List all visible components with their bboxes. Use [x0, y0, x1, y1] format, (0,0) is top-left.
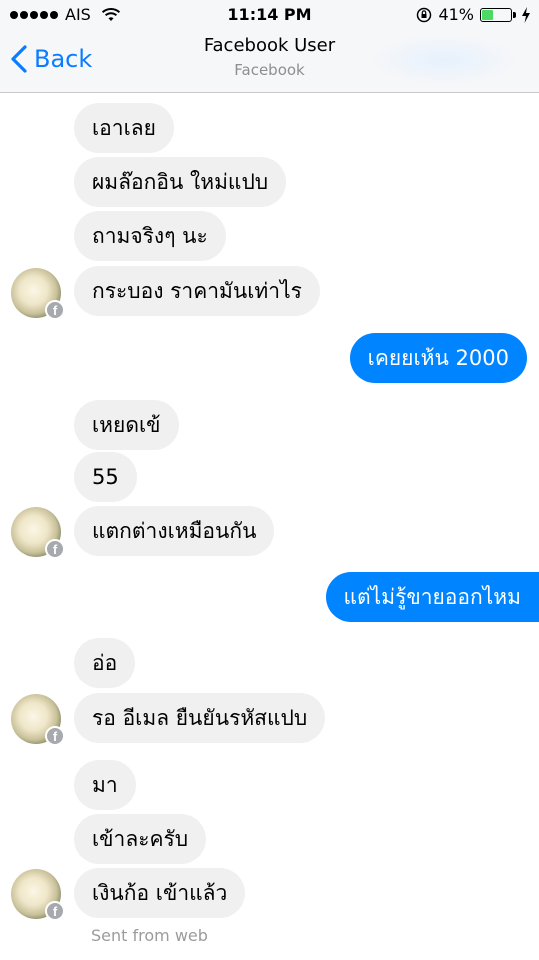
facebook-badge-icon: f: [45, 726, 65, 746]
avatar[interactable]: f: [11, 268, 65, 320]
navigation-bar: Back Facebook User Facebook: [0, 30, 539, 93]
avatar[interactable]: f: [11, 869, 65, 921]
outgoing-message[interactable]: เคยยเห้น 2000: [349, 333, 527, 383]
facebook-badge-icon: f: [45, 300, 65, 320]
charging-bolt-icon: [522, 6, 530, 23]
incoming-message[interactable]: 55: [74, 452, 137, 502]
incoming-message[interactable]: เอาเลย: [74, 103, 174, 153]
battery-icon: [480, 7, 516, 22]
incoming-message[interactable]: แตกต่างเหมือนกัน: [74, 506, 275, 556]
battery-percent: 41%: [438, 5, 474, 24]
status-bar: AIS 11:14 PM 41%: [0, 0, 539, 30]
incoming-message[interactable]: กระบอง ราคามันเท่าไร: [74, 266, 320, 316]
sent-from-label: Sent from web: [91, 926, 208, 945]
avatar[interactable]: f: [11, 694, 65, 746]
conversation-subtitle: Facebook: [234, 61, 305, 79]
incoming-message[interactable]: อ่อ: [74, 638, 136, 688]
facebook-badge-icon: f: [45, 901, 65, 921]
avatar[interactable]: f: [11, 507, 65, 559]
facebook-badge-icon: f: [45, 539, 65, 559]
incoming-message[interactable]: รอ อีเมล ยืนยันรหัสแปบ: [74, 693, 326, 743]
incoming-message[interactable]: มา: [74, 760, 136, 810]
incoming-message[interactable]: เข้าละครับ: [74, 814, 207, 864]
incoming-message[interactable]: ถามจริงๆ นะ: [74, 211, 226, 261]
incoming-message[interactable]: เหยดเข้: [74, 400, 179, 450]
status-right: 41%: [416, 5, 531, 24]
battery-level-fill: [482, 9, 493, 20]
conversation-title: Facebook User: [203, 35, 336, 56]
outgoing-message[interactable]: แต่ไม่รู้ขายออกไหม: [325, 572, 539, 622]
incoming-message[interactable]: เงินก้อ เข้าแล้ว: [74, 868, 246, 918]
rotation-lock-icon: [417, 7, 432, 22]
incoming-message[interactable]: ผมล๊อกอิน ใหม่แปบ: [74, 157, 287, 207]
